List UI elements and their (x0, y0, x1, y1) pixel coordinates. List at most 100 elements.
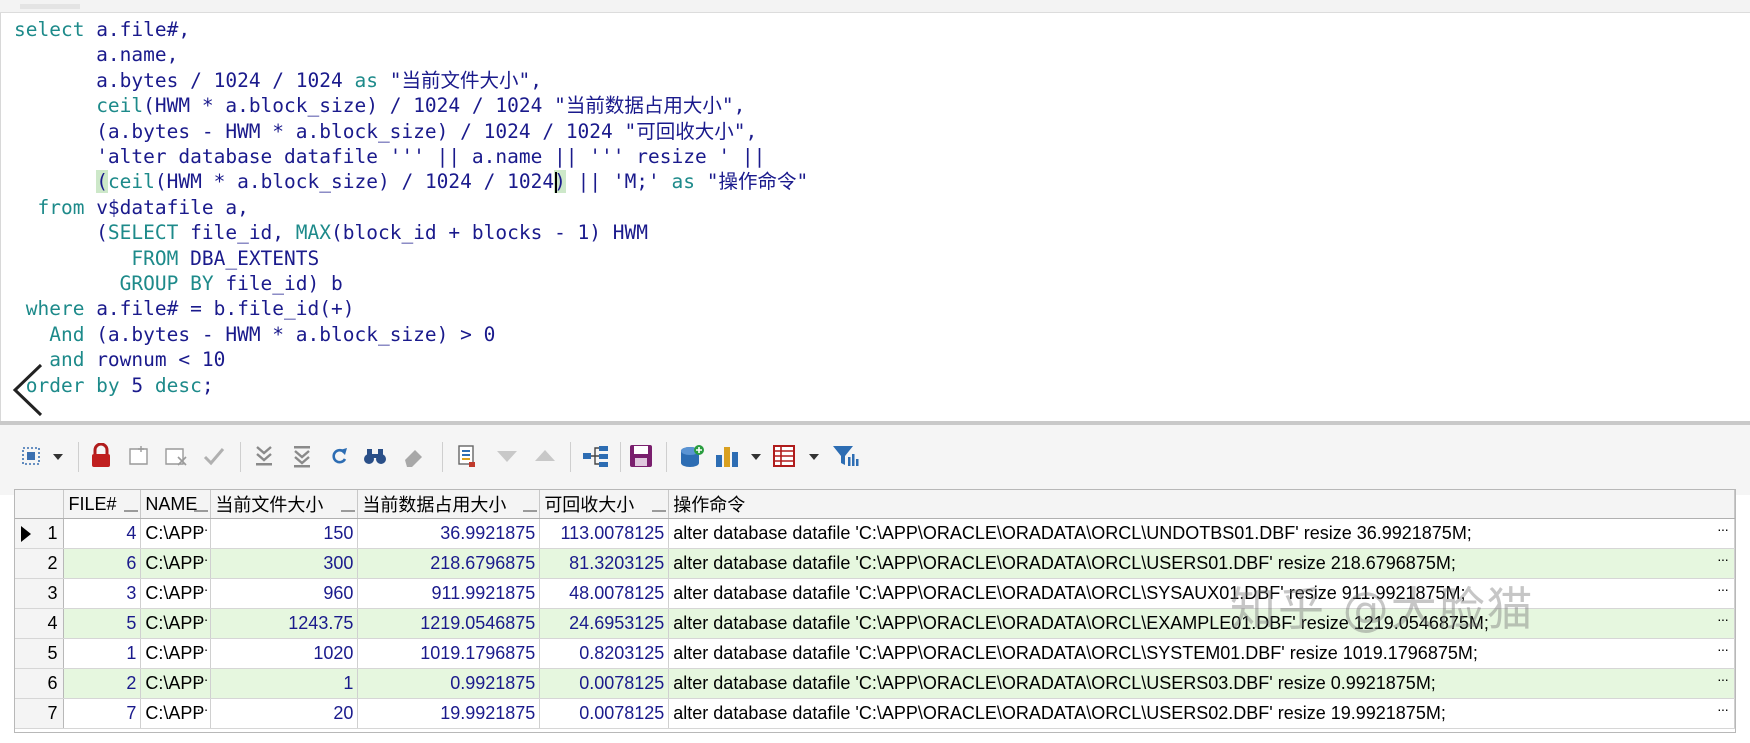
clear-button[interactable] (398, 441, 428, 471)
column-header-file[interactable]: FILE# (63, 490, 142, 519)
cell-reclaimable-size[interactable]: 0.0078125 (539, 698, 670, 729)
cell-current-size[interactable]: 1243.75 (210, 608, 359, 639)
row-header[interactable]: 7 (15, 698, 65, 729)
cell-name[interactable]: C:\APP ··· (140, 698, 212, 729)
column-header-used-size[interactable]: 当前数据占用大小 (357, 490, 541, 519)
refresh-button[interactable] (326, 441, 352, 471)
cell-current-size[interactable]: 1020 (210, 638, 359, 669)
cell-used-size[interactable]: 36.9921875 (357, 518, 541, 549)
result-grid[interactable]: FILE# NAME 当前文件大小 当前数据占用大小 可回收大小 操作命令 14… (14, 489, 1736, 733)
cell-command[interactable]: alter database datafile 'C:\APP\ORACLE\O… (668, 638, 1735, 669)
cell-command[interactable]: alter database datafile 'C:\APP\ORACLE\O… (668, 548, 1735, 579)
cell-ellipsis-button[interactable]: ··· (196, 581, 208, 597)
cell-used-size[interactable]: 0.9921875 (357, 668, 541, 699)
sort-descending-button[interactable] (492, 441, 522, 471)
column-header-reclaimable-size[interactable]: 可回收大小 (539, 490, 670, 519)
column-menu-button[interactable] (341, 506, 356, 512)
cell-ellipsis-button[interactable]: ··· (196, 551, 208, 567)
table-row[interactable]: 7 7 C:\APP ··· 20 19.9921875 0.0078125 alter da… (15, 698, 1735, 729)
cell-file[interactable]: 7 (63, 698, 142, 729)
cell-current-size[interactable]: 150 (210, 518, 359, 549)
sql-editor[interactable]: select a.file#, a.name, a.bytes / 1024 /… (0, 13, 1750, 421)
cell-name[interactable]: C:\APP ··· (140, 608, 212, 639)
column-menu-button[interactable] (194, 506, 209, 512)
cell-current-size[interactable]: 300 (210, 548, 359, 579)
cell-command[interactable]: alter database datafile 'C:\APP\ORACLE\O… (668, 578, 1735, 609)
row-header[interactable]: 4 (15, 608, 65, 639)
cell-reclaimable-size[interactable]: 24.6953125 (539, 608, 670, 639)
table-row[interactable]: 4 5 C:\APP ··· 1243.75 1219.0546875 24.6953125… (15, 608, 1735, 639)
table-row[interactable]: 5 1 C:\APP ··· 1020 1019.1796875 0.8203125 alte… (15, 638, 1735, 669)
row-header[interactable]: 6 (15, 668, 65, 699)
tree-view-button[interactable] (580, 441, 612, 471)
query-by-example-button[interactable] (676, 441, 708, 471)
cell-file[interactable]: 6 (63, 548, 142, 579)
column-header-current-size[interactable]: 当前文件大小 (210, 490, 359, 519)
row-header[interactable]: 3 (15, 578, 65, 609)
insert-record-button[interactable] (126, 441, 154, 471)
filter-button[interactable] (830, 441, 860, 471)
cell-file[interactable]: 2 (63, 668, 142, 699)
cell-ellipsis-button[interactable]: ··· (1717, 671, 1729, 687)
cell-current-size[interactable]: 20 (210, 698, 359, 729)
row-header[interactable]: 2 (15, 548, 65, 579)
cell-command[interactable]: alter database datafile 'C:\APP\ORACLE\O… (668, 518, 1735, 549)
cell-ellipsis-button[interactable]: ··· (196, 701, 208, 717)
column-menu-button[interactable] (652, 506, 667, 512)
sort-ascending-button[interactable] (530, 441, 560, 471)
cell-ellipsis-button[interactable]: ··· (1717, 611, 1729, 627)
cell-used-size[interactable]: 1019.1796875 (357, 638, 541, 669)
column-header-name[interactable]: NAME (140, 490, 212, 519)
cell-name[interactable]: C:\APP ··· (140, 548, 212, 579)
post-changes-button[interactable] (200, 441, 228, 471)
chart-dropdown[interactable] (712, 441, 768, 471)
cell-ellipsis-button[interactable]: ··· (1717, 641, 1729, 657)
cell-reclaimable-size[interactable]: 48.0078125 (539, 578, 670, 609)
table-row[interactable]: 2 6 C:\APP ··· 300 218.6796875 81.3203125 alter… (15, 548, 1735, 579)
cell-command[interactable]: alter database datafile 'C:\APP\ORACLE\O… (668, 668, 1735, 699)
cell-current-size[interactable]: 960 (210, 578, 359, 609)
cell-ellipsis-button[interactable]: ··· (196, 641, 208, 657)
cell-ellipsis-button[interactable]: ··· (1717, 551, 1729, 567)
cell-command[interactable]: alter database datafile 'C:\APP\ORACLE\O… (668, 698, 1735, 729)
save-button[interactable] (626, 441, 656, 471)
sql-code[interactable]: select a.file#, a.name, a.bytes / 1024 /… (14, 17, 808, 398)
cell-name[interactable]: C:\APP ··· (140, 638, 212, 669)
cell-used-size[interactable]: 1219.0546875 (357, 608, 541, 639)
table-row[interactable]: 1 4 C:\APP ··· 150 36.9921875 113.0078125 alter… (15, 518, 1735, 549)
cell-command[interactable]: alter database datafile 'C:\APP\ORACLE\O… (668, 608, 1735, 639)
fetch-last-button[interactable] (288, 441, 316, 471)
cell-file[interactable]: 5 (63, 608, 142, 639)
lock-button[interactable] (88, 441, 114, 471)
column-header-command[interactable]: 操作命令 (668, 490, 1735, 519)
cell-reclaimable-size[interactable]: 0.0078125 (539, 668, 670, 699)
cell-used-size[interactable]: 218.6796875 (357, 548, 541, 579)
cell-used-size[interactable]: 911.9921875 (357, 578, 541, 609)
cell-file[interactable]: 1 (63, 638, 142, 669)
cell-ellipsis-button[interactable]: ··· (196, 671, 208, 687)
cell-reclaimable-size[interactable]: 81.3203125 (539, 548, 670, 579)
cell-ellipsis-button[interactable]: ··· (1717, 521, 1729, 537)
chevron-left-icon[interactable] (11, 361, 45, 419)
single-record-view-button[interactable] (452, 441, 482, 471)
cell-name[interactable]: C:\APP ··· (140, 578, 212, 609)
cell-used-size[interactable]: 19.9921875 (357, 698, 541, 729)
find-button[interactable] (360, 441, 390, 471)
cell-ellipsis-button[interactable]: ··· (196, 521, 208, 537)
column-menu-button[interactable] (124, 506, 139, 512)
cell-ellipsis-button[interactable]: ··· (1717, 581, 1729, 597)
table-row[interactable]: 6 2 C:\APP ··· 1 0.9921875 0.0078125 alter data… (15, 668, 1735, 699)
cell-ellipsis-button[interactable]: ··· (1717, 701, 1729, 717)
export-dropdown[interactable] (770, 441, 826, 471)
column-menu-button[interactable] (523, 506, 538, 512)
cell-name[interactable]: C:\APP ··· (140, 518, 212, 549)
delete-record-button[interactable] (162, 441, 192, 471)
row-header[interactable]: 5 (15, 638, 65, 669)
row-header[interactable]: 1 (15, 518, 65, 549)
cell-name[interactable]: C:\APP ··· (140, 668, 212, 699)
cell-file[interactable]: 4 (63, 518, 142, 549)
fetch-next-button[interactable] (250, 441, 278, 471)
table-row[interactable]: 3 3 C:\APP ··· 960 911.9921875 48.0078125 alter… (15, 578, 1735, 609)
cell-current-size[interactable]: 1 (210, 668, 359, 699)
cell-reclaimable-size[interactable]: 0.8203125 (539, 638, 670, 669)
